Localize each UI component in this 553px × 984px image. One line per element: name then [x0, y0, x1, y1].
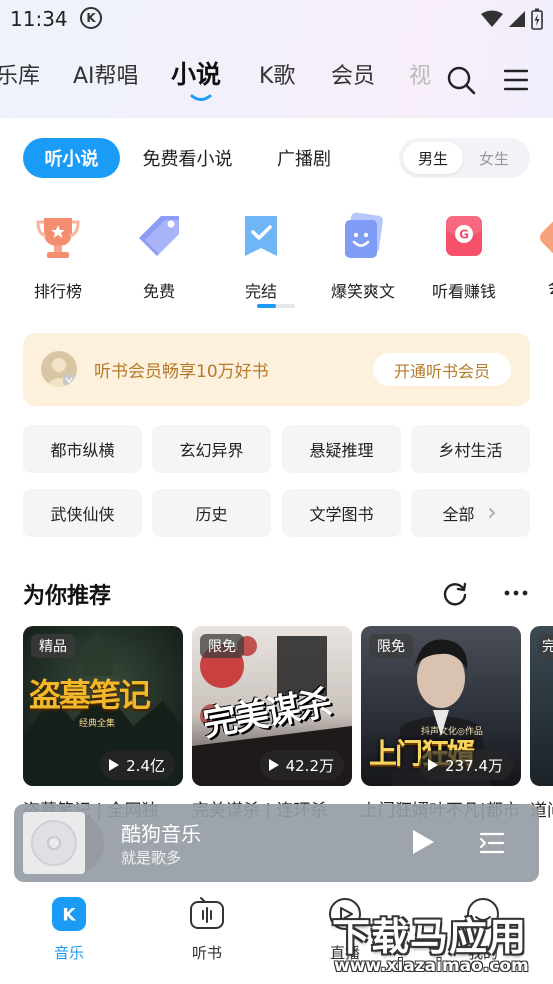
smile-card-icon [345, 212, 383, 258]
category-finished[interactable]: 完结 [225, 212, 297, 302]
vip-promo-text: 听书会员畅享10万好书 [94, 362, 269, 382]
watermark-url: www.xiazaimao.com [334, 956, 529, 976]
book-card[interactable]: 抖声文化◎作品 上门狂婿 限免 237.4万 [361, 626, 521, 786]
active-tab-indicator [190, 94, 212, 101]
top-tabs: 乐库 AI帮唱 小说 K歌 会员 视 [0, 58, 440, 104]
vip-banner[interactable]: 听书会员畅享10万好书 开通听书会员 [23, 333, 530, 406]
kugou-status-icon: K [80, 7, 102, 29]
book-badge: 完 [538, 634, 553, 658]
watermark: 下载马应用 www.xiazaimao.com [328, 906, 550, 980]
book-play-count[interactable]: 237.4万 [419, 750, 513, 780]
tag-icon [139, 216, 179, 256]
battery-icon [531, 8, 543, 30]
mini-player[interactable]: 酷狗音乐 就是歌多 [14, 804, 539, 882]
tab-karaoke[interactable]: K歌 [259, 58, 295, 90]
radio-icon [190, 897, 224, 929]
tab-library[interactable]: 乐库 [0, 58, 40, 90]
svg-text:G: G [459, 228, 469, 242]
book-play-count[interactable]: 42.2万 [259, 750, 344, 780]
genre-all-label: 全部 [442, 505, 475, 524]
gender-female[interactable]: 女生 [464, 142, 524, 174]
menu-icon[interactable] [502, 66, 530, 94]
genre-wuxia[interactable]: 武侠仙侠 [23, 489, 142, 537]
partial-icon [540, 212, 553, 260]
status-icons [481, 8, 543, 30]
bookmark-check-icon [245, 216, 277, 256]
nav-audiobook[interactable]: 听书 [172, 896, 242, 963]
tab-vip[interactable]: 会员 [331, 58, 375, 90]
book-card[interactable]: 完 [530, 626, 553, 786]
book-cover-title: 盗墓笔记 [29, 676, 151, 714]
subtab-radio-drama[interactable]: 广播剧 [264, 138, 344, 178]
category-scroll-indicator [257, 304, 295, 308]
book-badge: 限免 [369, 634, 413, 658]
genre-fantasy[interactable]: 玄幻异界 [152, 425, 271, 473]
book-badge: 限免 [200, 634, 244, 658]
play-icon [268, 759, 279, 771]
trophy-icon [36, 218, 80, 258]
watermark-main: 下载马应用 [332, 915, 528, 959]
book-badge: 精品 [31, 634, 75, 658]
refresh-icon[interactable] [441, 579, 469, 607]
category-partial[interactable]: 会 [528, 212, 553, 298]
kugou-k-icon: K [52, 897, 86, 931]
player-title: 酷狗音乐 [121, 822, 201, 846]
category-earn[interactable]: G 听看赚钱 [428, 212, 500, 302]
book-play-count[interactable]: 2.4亿 [100, 750, 175, 780]
gender-toggle: 男生 女生 [399, 138, 530, 178]
genre-all[interactable]: 全部 [411, 489, 530, 537]
subtab-listen-novel[interactable]: 听小说 [23, 138, 120, 178]
subtab-free-read[interactable]: 免费看小说 [130, 138, 245, 178]
book-card[interactable]: 完美谋杀 限免 42.2万 [192, 626, 352, 786]
genre-rural[interactable]: 乡村生活 [411, 425, 530, 473]
play-icon [428, 759, 439, 771]
category-free[interactable]: 免费 [123, 212, 195, 302]
genre-literature[interactable]: 文学图书 [282, 489, 401, 537]
playlist-icon[interactable] [477, 828, 507, 858]
more-icon[interactable] [502, 579, 530, 607]
book-card[interactable]: 盗墓笔记 经典全集 精品 2.4亿 [23, 626, 183, 786]
section-title-recommend: 为你推荐 [23, 584, 112, 609]
genre-urban[interactable]: 都市纵横 [23, 425, 142, 473]
tab-ai-sing[interactable]: AI帮唱 [73, 58, 139, 90]
wifi-icon [481, 10, 503, 27]
player-cover [23, 812, 104, 874]
open-vip-button[interactable]: 开通听书会员 [373, 353, 511, 386]
tab-novel[interactable]: 小说 [171, 58, 221, 91]
status-bar: 11:34 K [0, 0, 553, 38]
svg-text:K: K [62, 906, 76, 926]
chevron-right-icon [488, 508, 495, 518]
player-subtitle: 就是歌多 [121, 849, 182, 867]
genre-history[interactable]: 历史 [152, 489, 271, 537]
category-funny[interactable]: 爆笑爽文 [327, 212, 399, 302]
book-cover-subtitle: 经典全集 [79, 719, 116, 729]
avatar [41, 351, 77, 387]
signal-icon [509, 11, 525, 27]
nav-music[interactable]: K 音乐 [34, 896, 104, 963]
search-icon[interactable] [445, 64, 477, 96]
tab-video[interactable]: 视 [409, 58, 431, 90]
gender-male[interactable]: 男生 [403, 142, 463, 174]
status-time: 11:34 [10, 7, 68, 31]
category-ranking[interactable]: 排行榜 [22, 212, 94, 302]
play-icon[interactable] [406, 826, 438, 858]
play-icon [109, 759, 120, 771]
coin-card-icon: G [446, 216, 482, 256]
genre-mystery[interactable]: 悬疑推理 [282, 425, 401, 473]
